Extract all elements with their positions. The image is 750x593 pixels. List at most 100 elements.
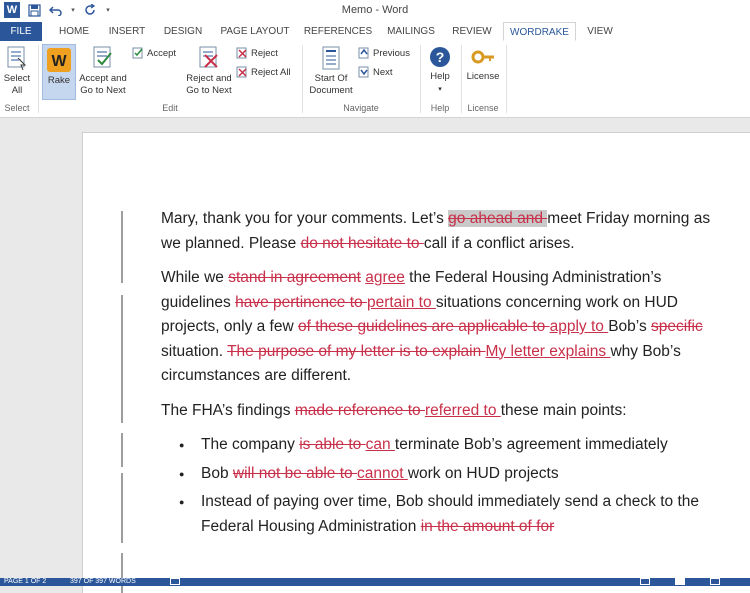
deletion: The purpose of my letter is to explain xyxy=(227,342,486,360)
start-of-document-icon xyxy=(322,46,340,70)
deletion: will not be able to xyxy=(232,464,357,482)
reject-and-go-to-next-button[interactable]: Reject and Go to Next xyxy=(184,45,234,101)
insertion: My letter explains xyxy=(485,342,611,360)
word-count[interactable]: 397 OF 397 WORDS xyxy=(70,578,136,586)
change-bar xyxy=(121,473,123,543)
next-button[interactable]: Next xyxy=(358,66,393,78)
deletion: made reference to xyxy=(294,401,425,419)
reject-all-button[interactable]: Reject All xyxy=(236,66,291,78)
document-area: Mary, thank you for your comments. Let’s… xyxy=(0,118,750,593)
reject-next-line1: Reject and xyxy=(186,73,232,84)
deletion: have pertinence to xyxy=(235,293,367,311)
text-run: Bob’s xyxy=(608,318,652,335)
group-separator xyxy=(302,45,303,113)
insertion: pertain to xyxy=(366,293,436,311)
previous-button[interactable]: Previous xyxy=(358,47,410,59)
change-bar xyxy=(121,211,123,283)
text-run: While we xyxy=(161,269,229,286)
previous-icon xyxy=(358,47,369,59)
text-run: work on HUD projects xyxy=(407,464,559,482)
rake-icon: W xyxy=(47,48,71,72)
tab-design[interactable]: DESIGN xyxy=(160,22,206,41)
deletion: specific xyxy=(651,318,703,335)
rake-button[interactable]: W Rake xyxy=(42,44,76,100)
reject-next-icon xyxy=(199,46,218,68)
tab-page-layout[interactable]: PAGE LAYOUT xyxy=(216,22,294,41)
key-icon xyxy=(471,50,494,64)
reject-all-label: Reject All xyxy=(251,66,291,78)
web-layout-icon[interactable] xyxy=(710,578,720,585)
tab-review[interactable]: REVIEW xyxy=(448,22,496,41)
group-separator xyxy=(420,45,421,113)
text-run: terminate Bob’s agreement immediately xyxy=(394,436,668,453)
reject-next-line2: Go to Next xyxy=(186,85,232,96)
text-run: Bob xyxy=(201,464,233,482)
rake-label: Rake xyxy=(47,75,71,86)
deletion-selected: go ahead and xyxy=(448,210,548,227)
tab-home[interactable]: HOME xyxy=(52,22,96,41)
window-title: Memo - Word xyxy=(341,4,409,16)
accept-next-icon xyxy=(93,46,112,68)
select-all-button[interactable]: Select All xyxy=(2,45,32,101)
group-label-help: Help xyxy=(430,103,450,113)
title-bar: W ▾ ▾ Memo - Word xyxy=(0,0,750,22)
accept-next-line2: Go to Next xyxy=(80,85,126,96)
insertion: cannot xyxy=(356,464,408,482)
group-label-navigate: Navigate xyxy=(343,103,379,113)
list-item: Instead of paying over time, Bob should … xyxy=(179,490,721,539)
select-all-line2: All xyxy=(11,85,23,96)
document-body[interactable]: Mary, thank you for your comments. Let’s… xyxy=(161,207,721,543)
page-count[interactable]: PAGE 1 OF 2 xyxy=(4,578,46,586)
previous-label: Previous xyxy=(373,47,410,59)
group-label-license: License xyxy=(467,103,499,113)
deletion: in the amount of for xyxy=(420,517,555,535)
svg-text:W: W xyxy=(51,53,67,70)
help-button[interactable]: ? Help ▾ xyxy=(424,45,456,101)
print-layout-icon[interactable] xyxy=(675,578,685,585)
reject-icon xyxy=(236,47,247,59)
group-separator xyxy=(38,45,39,113)
accept-label: Accept xyxy=(147,47,177,59)
read-mode-icon[interactable] xyxy=(640,578,650,585)
tab-mailings[interactable]: MAILINGS xyxy=(382,22,440,41)
start-of-document-button[interactable]: Start Of Document xyxy=(306,45,356,101)
group-label-edit: Edit xyxy=(162,103,178,113)
tab-wordrake[interactable]: WORDRAKE xyxy=(503,22,576,41)
tab-references[interactable]: REFERENCES xyxy=(302,22,374,41)
select-all-line1: Select xyxy=(3,73,31,84)
reject-label: Reject xyxy=(251,47,278,59)
proofing-icon[interactable] xyxy=(170,578,180,585)
reject-button[interactable]: Reject xyxy=(236,47,278,59)
group-separator xyxy=(461,45,462,113)
help-icon: ? xyxy=(430,47,450,67)
deletion: stand in xyxy=(228,269,287,286)
tab-file[interactable]: FILE xyxy=(0,22,42,41)
list-item: Bob will not be able to cannot work on H… xyxy=(179,462,721,487)
deletion: of these guidelines are applicable to xyxy=(297,318,550,335)
deletion: do not hesitate to xyxy=(300,234,424,252)
text-run: The FHA’s findings xyxy=(161,401,295,419)
list-item: The company is able to can terminate Bob… xyxy=(179,433,721,458)
change-bar xyxy=(121,553,123,593)
tab-insert[interactable]: INSERT xyxy=(104,22,150,41)
tab-view[interactable]: VIEW xyxy=(582,22,618,41)
insertion: can xyxy=(365,436,395,453)
reject-all-icon xyxy=(236,66,247,78)
text-run: call if a conflict arises. xyxy=(423,234,575,252)
paragraph: While we stand in agreement agree the Fe… xyxy=(161,266,721,389)
next-label: Next xyxy=(373,66,393,78)
help-label: Help xyxy=(430,71,450,82)
help-dropdown-icon: ▾ xyxy=(438,86,442,93)
text-run: these main points: xyxy=(500,401,627,419)
paragraph: Mary, thank you for your comments. Let’s… xyxy=(161,207,721,256)
license-button[interactable]: License xyxy=(464,45,502,101)
accept-button[interactable]: Accept xyxy=(132,47,176,59)
ribbon-tabs: FILE HOME INSERT DESIGN PAGE LAYOUT REFE… xyxy=(0,22,750,42)
change-bar xyxy=(121,295,123,423)
deletion: is able to xyxy=(299,436,366,453)
group-separator xyxy=(506,45,507,113)
accept-and-go-to-next-button[interactable]: Accept and Go to Next xyxy=(78,45,128,101)
group-label-select: Select xyxy=(4,103,30,113)
document-page[interactable]: Mary, thank you for your comments. Let’s… xyxy=(82,132,750,593)
text-run: Mary, thank you for your comments. Let’s xyxy=(161,210,449,227)
